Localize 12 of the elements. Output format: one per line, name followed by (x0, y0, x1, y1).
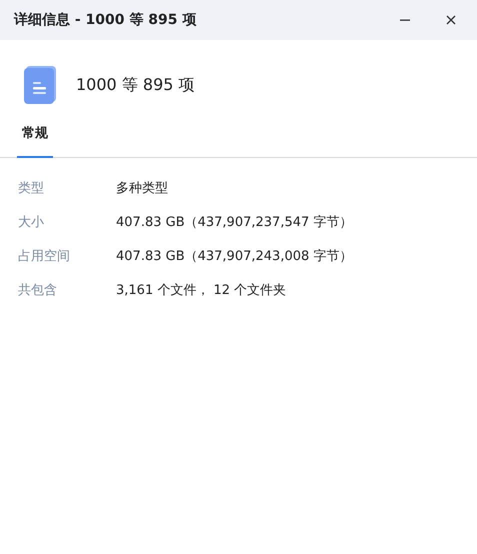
tab[interactable]: 常规 (17, 124, 53, 158)
property-value: 407.83 GB（437,907,237,547 字节） (116, 214, 352, 231)
property-value: 407.83 GB（437,907,243,008 字节） (116, 248, 352, 265)
window-title: 详细信息 - 1000 等 895 项 (14, 11, 196, 29)
property-label: 共包含 (18, 282, 58, 299)
close-icon (445, 14, 457, 26)
property-label: 占用空间 (18, 248, 71, 265)
property-label: 大小 (18, 214, 45, 231)
property-label: 类型 (18, 180, 45, 197)
property-value: 3,161 个文件， 12 个文件夹 (116, 282, 286, 299)
item-name: 1000 等 895 项 (76, 74, 195, 96)
property-value: 多种类型 (116, 180, 168, 197)
